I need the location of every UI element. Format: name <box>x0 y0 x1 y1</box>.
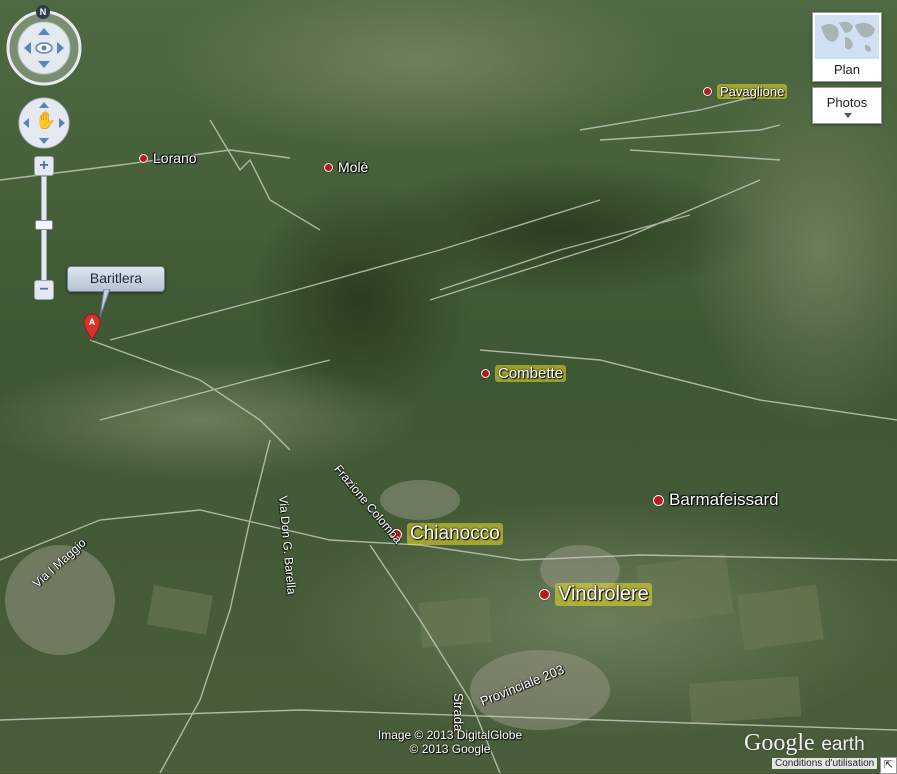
photos-button[interactable]: Photos <box>812 87 882 124</box>
map-pin-icon[interactable]: A <box>83 313 101 341</box>
place-marker-icon <box>653 494 664 506</box>
place-label: Barmafeissard <box>669 490 779 509</box>
zoom-in-button[interactable]: + <box>34 156 54 176</box>
place-marker-icon <box>139 153 148 163</box>
place-marker-icon <box>703 87 712 96</box>
compass-ring-icon[interactable] <box>6 10 82 86</box>
pan-control[interactable]: ✋ <box>18 97 70 149</box>
svg-text:A: A <box>89 317 96 327</box>
satellite-map[interactable] <box>0 0 897 773</box>
world-map-icon <box>815 15 879 59</box>
place-label: Molè <box>338 159 369 175</box>
photos-label: Photos <box>826 95 868 110</box>
place-marker-icon <box>539 589 550 600</box>
place-vindrolere[interactable]: Vindrolere <box>539 583 652 606</box>
callout-pointer <box>99 289 111 318</box>
road-label-strada: Strada <box>451 693 466 732</box>
logo-earth: earth <box>821 734 865 755</box>
place-marker-icon <box>324 162 333 172</box>
north-label: N <box>39 7 47 17</box>
zoom-out-button[interactable]: − <box>34 280 54 300</box>
attribution-line-1: Image © 2013 DigitalGlobe <box>377 728 523 742</box>
resize-corner-icon[interactable]: ⇱ <box>880 757 897 774</box>
terms-label: Conditions d'utilisation <box>775 758 875 769</box>
place-mole[interactable]: Molè <box>324 159 368 175</box>
terms-link[interactable]: Conditions d'utilisation <box>772 758 878 769</box>
place-marker-icon <box>481 369 490 378</box>
place-combette[interactable]: Combette <box>481 365 567 382</box>
zoom-slider[interactable]: + − <box>34 156 54 300</box>
attribution-line-2: © 2013 Google <box>409 742 491 756</box>
place-chianocco[interactable]: Chianocco <box>391 523 503 545</box>
north-indicator[interactable]: N <box>36 5 50 19</box>
hand-icon: ✋ <box>35 111 57 130</box>
logo-google: Google <box>744 730 815 756</box>
plan-button[interactable]: Plan <box>812 12 882 82</box>
dropdown-arrow-icon <box>844 113 852 118</box>
place-label: Combette <box>495 365 567 382</box>
place-pavaglione[interactable]: Pavaglione <box>703 84 788 99</box>
zoom-thumb[interactable] <box>35 220 53 230</box>
place-lorano[interactable]: Lorano <box>139 150 197 166</box>
place-barmafeissard[interactable]: Barmafeissard <box>653 490 779 510</box>
place-label: Vindrolere <box>555 583 652 606</box>
imagery-attribution: Image © 2013 DigitalGlobe © 2013 Google <box>368 728 532 756</box>
navigation-compass[interactable]: N <box>6 5 82 86</box>
place-label: Lorano <box>153 150 197 166</box>
marker-label: Baritlera <box>89 270 143 286</box>
google-earth-logo: Google earth <box>744 729 865 757</box>
plan-label: Plan <box>833 62 861 77</box>
place-label: Pavaglione <box>717 84 788 99</box>
place-label: Chianocco <box>407 523 503 545</box>
